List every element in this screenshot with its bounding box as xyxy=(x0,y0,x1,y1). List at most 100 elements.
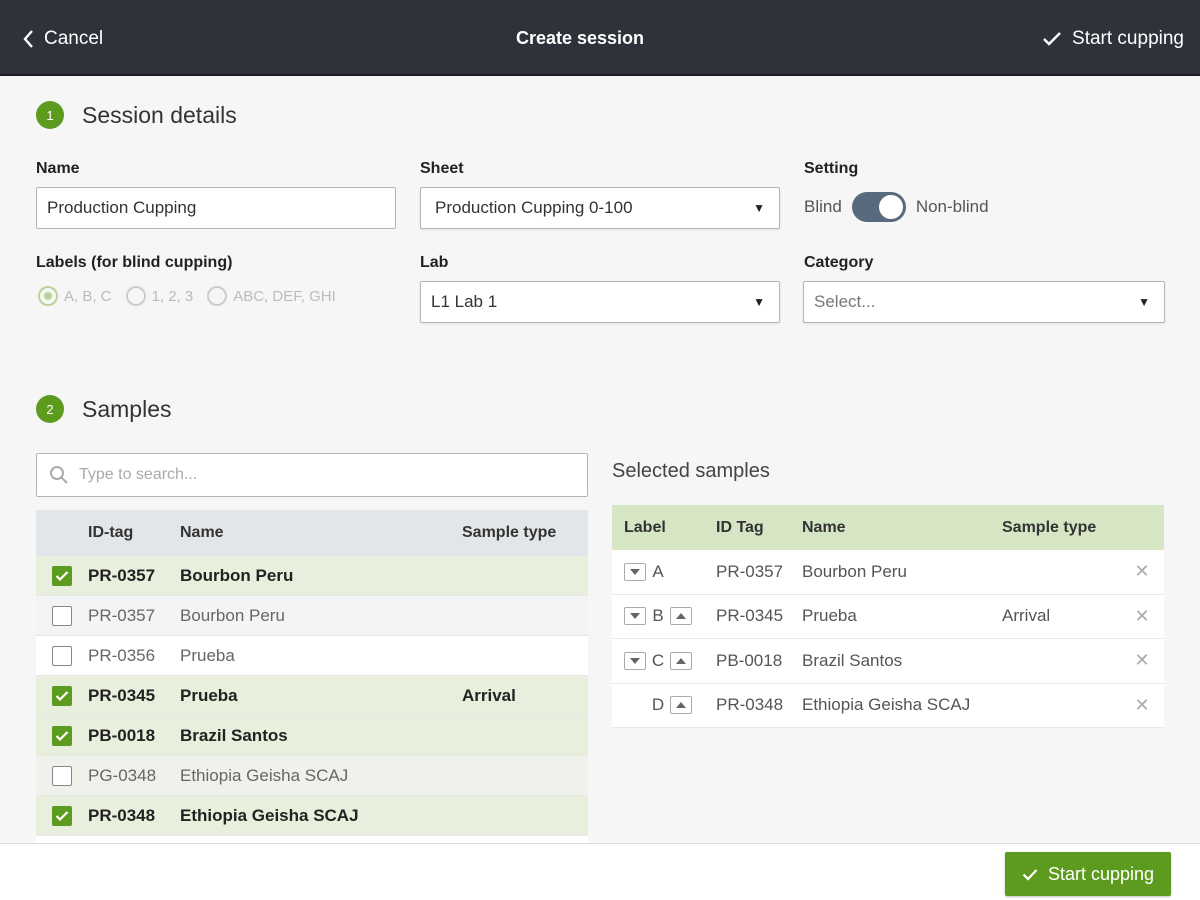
selected-row: D PR-0348 Ethiopia Geisha SCAJ ✕ xyxy=(612,684,1164,728)
checkbox-unchecked[interactable] xyxy=(52,645,72,666)
move-down-button[interactable] xyxy=(624,562,646,581)
lab-select[interactable]: L1 Lab 1 ▼ xyxy=(420,281,780,323)
triangle-down-icon xyxy=(630,657,640,664)
column-header-name: Name xyxy=(180,524,224,541)
lab-label: Lab xyxy=(420,254,449,271)
column-header-label: Label xyxy=(624,518,666,536)
session-details-heading: 1 Session details xyxy=(36,101,237,129)
checkbox-unchecked[interactable] xyxy=(52,765,72,786)
header-start-label: Start cupping xyxy=(1072,28,1184,49)
category-select[interactable]: Select... ▼ xyxy=(803,281,1165,323)
remove-sample-close-icon[interactable]: ✕ xyxy=(1122,561,1162,582)
cell-id: PR-0357 xyxy=(88,605,156,625)
table-row[interactable]: PR-0348 Ethiopia Geisha SCAJ xyxy=(36,796,588,836)
cell-id: PR-0348 xyxy=(88,805,156,825)
caret-down-icon: ▼ xyxy=(1138,295,1150,309)
triangle-up-icon xyxy=(676,702,686,709)
cell-id: PR-0345 xyxy=(716,606,784,626)
check-icon xyxy=(1022,868,1038,881)
check-icon xyxy=(55,810,69,821)
check-icon xyxy=(55,730,69,741)
remove-sample-close-icon[interactable]: ✕ xyxy=(1122,650,1162,671)
cell-id: PG-0348 xyxy=(88,765,157,785)
radio-label: 1, 2, 3 xyxy=(151,287,194,305)
checkbox-unchecked[interactable] xyxy=(52,605,72,626)
cell-name: Prueba xyxy=(180,645,235,665)
cell-name: Brazil Santos xyxy=(802,650,903,670)
triangle-down-icon xyxy=(630,613,640,620)
table-row[interactable]: PG-0348 Ethiopia Geisha SCAJ xyxy=(36,756,588,796)
cell-id: PR-0348 xyxy=(716,695,784,715)
selected-samples-title: Selected samples xyxy=(612,460,770,482)
start-cupping-button[interactable]: Start cupping xyxy=(1005,852,1171,896)
sheet-label: Sheet xyxy=(420,160,464,177)
table-row[interactable]: PR-0345 Prueba Arrival xyxy=(36,676,588,716)
header-start-cupping-button[interactable]: Start cupping xyxy=(1042,28,1184,50)
checkbox-checked[interactable] xyxy=(52,805,72,826)
column-header-type: Sample type xyxy=(1002,518,1097,536)
table-row[interactable]: PR-0357 Bourbon Peru xyxy=(36,556,588,596)
table-header: ID-tag Name Sample type xyxy=(36,510,588,556)
cell-id: PR-0357 xyxy=(716,561,784,581)
sample-label: D xyxy=(651,695,665,715)
category-label: Category xyxy=(804,254,874,271)
cell-id: PR-0356 xyxy=(88,645,156,665)
triangle-up-icon xyxy=(676,613,686,620)
section-title: Samples xyxy=(82,395,172,422)
table-header: Label ID Tag Name Sample type xyxy=(612,505,1164,550)
move-up-button[interactable] xyxy=(670,651,692,670)
caret-down-icon: ▼ xyxy=(753,201,765,215)
label-radio-group: A, B, C 1, 2, 3 ABC, DEF, GHI xyxy=(38,286,350,306)
triangle-up-icon xyxy=(676,657,686,664)
top-bar: Cancel Create session Start cupping xyxy=(0,0,1200,76)
sample-label: A xyxy=(652,561,664,581)
cell-name: Ethiopia Geisha SCAJ xyxy=(802,695,971,715)
checkbox-checked[interactable] xyxy=(52,685,72,706)
radio-label: A, B, C xyxy=(64,287,112,305)
move-up-button[interactable] xyxy=(670,696,692,715)
table-row[interactable]: PR-0356 Prueba xyxy=(36,636,588,676)
remove-sample-close-icon[interactable]: ✕ xyxy=(1122,606,1162,627)
name-label: Name xyxy=(36,160,80,177)
step-number-badge: 2 xyxy=(36,395,64,423)
move-down-button[interactable] xyxy=(624,607,646,626)
cell-name: Brazil Santos xyxy=(180,725,288,745)
search-placeholder: Type to search... xyxy=(79,466,198,483)
check-icon xyxy=(55,690,69,701)
radio-123[interactable]: 1, 2, 3 xyxy=(125,286,194,306)
search-icon xyxy=(50,466,68,484)
name-field[interactable]: Production Cupping xyxy=(36,187,396,229)
cell-name: Prueba xyxy=(802,606,857,626)
cell-id: PR-0345 xyxy=(88,685,156,705)
toggle-knob xyxy=(878,195,903,219)
cell-id: PR-0357 xyxy=(88,565,156,585)
labels-label: Labels (for blind cupping) xyxy=(36,254,233,271)
cell-name: Bourbon Peru xyxy=(802,561,907,581)
move-down-button[interactable] xyxy=(624,651,646,670)
cell-id: PB-0018 xyxy=(88,725,156,745)
cell-name: Bourbon Peru xyxy=(180,565,294,585)
table-row[interactable]: PB-0018 Brazil Santos xyxy=(36,716,588,756)
step-number-badge: 1 xyxy=(36,101,64,129)
triangle-down-icon xyxy=(630,568,640,575)
blind-toggle-switch[interactable] xyxy=(851,192,906,222)
sample-label: B xyxy=(652,606,664,626)
move-up-button[interactable] xyxy=(670,607,692,626)
setting-label: Setting xyxy=(804,160,859,177)
section-title: Session details xyxy=(82,101,237,128)
table-row[interactable]: PR-0357 Bourbon Peru xyxy=(36,596,588,636)
sheet-select[interactable]: Production Cupping 0-100 ▼ xyxy=(420,187,780,229)
checkbox-checked[interactable] xyxy=(52,725,72,746)
cell-type: Arrival xyxy=(1002,606,1051,626)
checkbox-checked[interactable] xyxy=(52,565,72,586)
radio-abc-def-ghi[interactable]: ABC, DEF, GHI xyxy=(207,286,336,306)
radio-empty-icon xyxy=(125,286,146,306)
remove-sample-close-icon[interactable]: ✕ xyxy=(1122,695,1162,716)
samples-heading: 2 Samples xyxy=(36,395,171,423)
start-cupping-label: Start cupping xyxy=(1047,863,1155,884)
setting-blind-label: Blind xyxy=(804,197,842,216)
sample-search-input[interactable]: Type to search... xyxy=(36,453,588,497)
sheet-value: Production Cupping 0-100 xyxy=(435,198,633,217)
column-header-id: ID Tag xyxy=(716,518,764,536)
radio-abc[interactable]: A, B, C xyxy=(38,286,112,306)
